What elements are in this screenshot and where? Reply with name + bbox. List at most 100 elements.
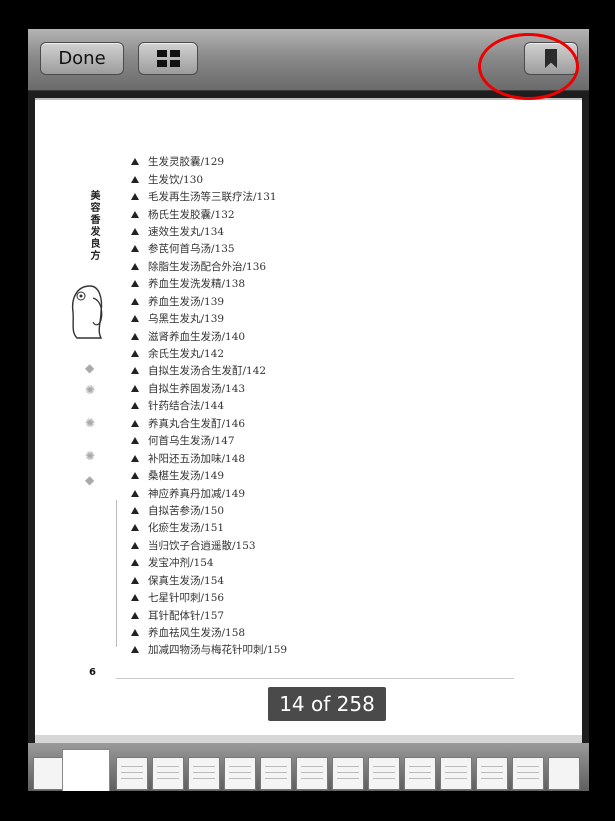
toc-item-label: 神应养真丹加减/149 [148,487,246,500]
toc-item[interactable]: 自拟生发汤合生发酊/142 [131,362,287,379]
page-thumbnail[interactable] [33,757,65,790]
page-thumbnail[interactable] [476,757,508,790]
page-thumbnail[interactable] [440,757,472,790]
triangle-bullet-icon [131,629,139,637]
toc-item[interactable]: 除脂生发汤配合外治/136 [131,258,287,275]
bookmark-icon [545,49,557,68]
triangle-bullet-icon [131,402,139,410]
toc-item[interactable]: 余氏生发丸/142 [131,345,287,362]
toc-item[interactable]: 桑椹生发汤/149 [131,467,287,484]
top-toolbar: Done [28,29,589,91]
toc-item-label: 自拟苦参汤/150 [148,504,225,517]
toc-item[interactable]: 保真生发汤/154 [131,572,287,589]
triangle-bullet-icon [131,350,139,358]
page-thumbnail[interactable] [152,757,184,790]
toc-item[interactable]: 何首乌生发汤/147 [131,432,287,449]
toc-item-label: 何首乌生发汤/147 [148,435,235,448]
diamond-ornament-icon: ◆ [85,361,95,375]
triangle-bullet-icon [131,297,139,305]
reader-screen: Done 美容香发良方 ◆ ✺ ✺ ✺ ◆ 生发灵胶囊/129 生发饮/130 … [28,29,589,791]
toc-item-label: 生发饮/130 [148,173,204,186]
portrait-illustration-icon [71,285,103,339]
page-thumbnail[interactable] [188,757,220,790]
toc-item-label: 当归饮子合逍遥散/153 [148,539,256,552]
toc-item[interactable]: 自拟生养固发汤/143 [131,380,287,397]
page-container: 美容香发良方 ◆ ✺ ✺ ✺ ◆ 生发灵胶囊/129 生发饮/130 毛发再生汤… [35,98,582,735]
toc-item[interactable]: 自拟苦参汤/150 [131,502,287,519]
thumbnail-strip[interactable] [28,743,589,791]
toc-item[interactable]: 七星针叩刺/156 [131,589,287,606]
triangle-bullet-icon [131,576,139,584]
toc-item[interactable]: 养真丸合生发酊/146 [131,415,287,432]
triangle-bullet-icon [131,524,139,532]
triangle-bullet-icon [131,489,139,497]
page-thumbnail[interactable] [512,757,544,790]
page-thumbnail[interactable] [116,757,148,790]
toc-item[interactable]: 生发饮/130 [131,170,287,187]
toc-item[interactable]: 生发灵胶囊/129 [131,153,287,170]
page-number: 6 [89,667,96,678]
toc-item[interactable]: 乌黑生发丸/139 [131,310,287,327]
page-thumbnail[interactable] [548,757,580,790]
toc-item[interactable]: 针药结合法/144 [131,397,287,414]
toc-item[interactable]: 发宝冲剂/154 [131,554,287,571]
toc-item-label: 杨氏生发胶囊/132 [148,208,235,221]
toc-item[interactable]: 毛发再生汤等三联疗法/131 [131,188,287,205]
toc-item-label: 保真生发汤/154 [148,574,225,587]
toc-item[interactable]: 杨氏生发胶囊/132 [131,205,287,222]
toc-item-label: 余氏生发丸/142 [148,348,225,361]
toc-item[interactable]: 补阳还五汤加味/148 [131,449,287,466]
triangle-bullet-icon [131,210,139,218]
triangle-bullet-icon [131,559,139,567]
toc-item[interactable]: 加减四物汤与梅花针叩刺/159 [131,641,287,658]
triangle-bullet-icon [131,315,139,323]
toc-item[interactable]: 养血生发汤/139 [131,293,287,310]
toc-list: 生发灵胶囊/129 生发饮/130 毛发再生汤等三联疗法/131 杨氏生发胶囊/… [131,153,287,659]
toc-item-label: 养血生发汤/139 [148,295,225,308]
triangle-bullet-icon [131,437,139,445]
toc-item[interactable]: 养血祛风生发汤/158 [131,624,287,641]
toc-item[interactable]: 神应养真丹加减/149 [131,484,287,501]
page-edge [35,735,582,743]
toc-item-label: 除脂生发汤配合外治/136 [148,260,267,273]
toc-item[interactable]: 滋肾养血生发汤/140 [131,327,287,344]
toc-item[interactable]: 化瘀生发汤/151 [131,519,287,536]
grid-view-button[interactable] [138,42,198,75]
toc-item-label: 自拟生养固发汤/143 [148,382,246,395]
diamond-ornament-icon: ◆ [85,473,95,487]
triangle-bullet-icon [131,245,139,253]
book-page[interactable]: 美容香发良方 ◆ ✺ ✺ ✺ ◆ 生发灵胶囊/129 生发饮/130 毛发再生汤… [35,100,582,735]
toc-item-label: 养真丸合生发酊/146 [148,417,246,430]
page-thumbnail[interactable] [404,757,436,790]
toc-item-label: 参芪何首乌汤/135 [148,243,235,256]
grid-icon [156,50,180,67]
triangle-bullet-icon [131,262,139,270]
sun-ornament-icon: ✺ [85,383,96,397]
device-frame: Done 美容香发良方 ◆ ✺ ✺ ✺ ◆ 生发灵胶囊/129 生发饮/130 … [0,0,615,821]
triangle-bullet-icon [131,332,139,340]
toc-item[interactable]: 参芪何首乌汤/135 [131,240,287,257]
toc-item[interactable]: 耳针配体针/157 [131,606,287,623]
page-thumbnail[interactable] [296,757,328,790]
toc-item-label: 耳针配体针/157 [148,609,225,622]
toc-item[interactable]: 养血生发洗发精/138 [131,275,287,292]
triangle-bullet-icon [131,175,139,183]
triangle-bullet-icon [131,506,139,514]
current-page-thumbnail[interactable] [62,749,110,791]
triangle-bullet-icon [131,419,139,427]
bookmark-button[interactable] [524,42,578,75]
toc-item[interactable]: 速效生发丸/134 [131,223,287,240]
toc-item[interactable]: 当归饮子合逍遥散/153 [131,537,287,554]
triangle-bullet-icon [131,367,139,375]
page-thumbnail[interactable] [332,757,364,790]
toc-item-label: 化瘀生发汤/151 [148,522,225,535]
toc-item-label: 乌黑生发丸/139 [148,313,225,326]
triangle-bullet-icon [131,227,139,235]
done-button[interactable]: Done [40,42,124,75]
triangle-bullet-icon [131,541,139,549]
footer-rule [116,678,514,679]
page-thumbnail[interactable] [368,757,400,790]
toc-item-label: 生发灵胶囊/129 [148,156,225,169]
page-thumbnail[interactable] [224,757,256,790]
page-thumbnail[interactable] [260,757,292,790]
